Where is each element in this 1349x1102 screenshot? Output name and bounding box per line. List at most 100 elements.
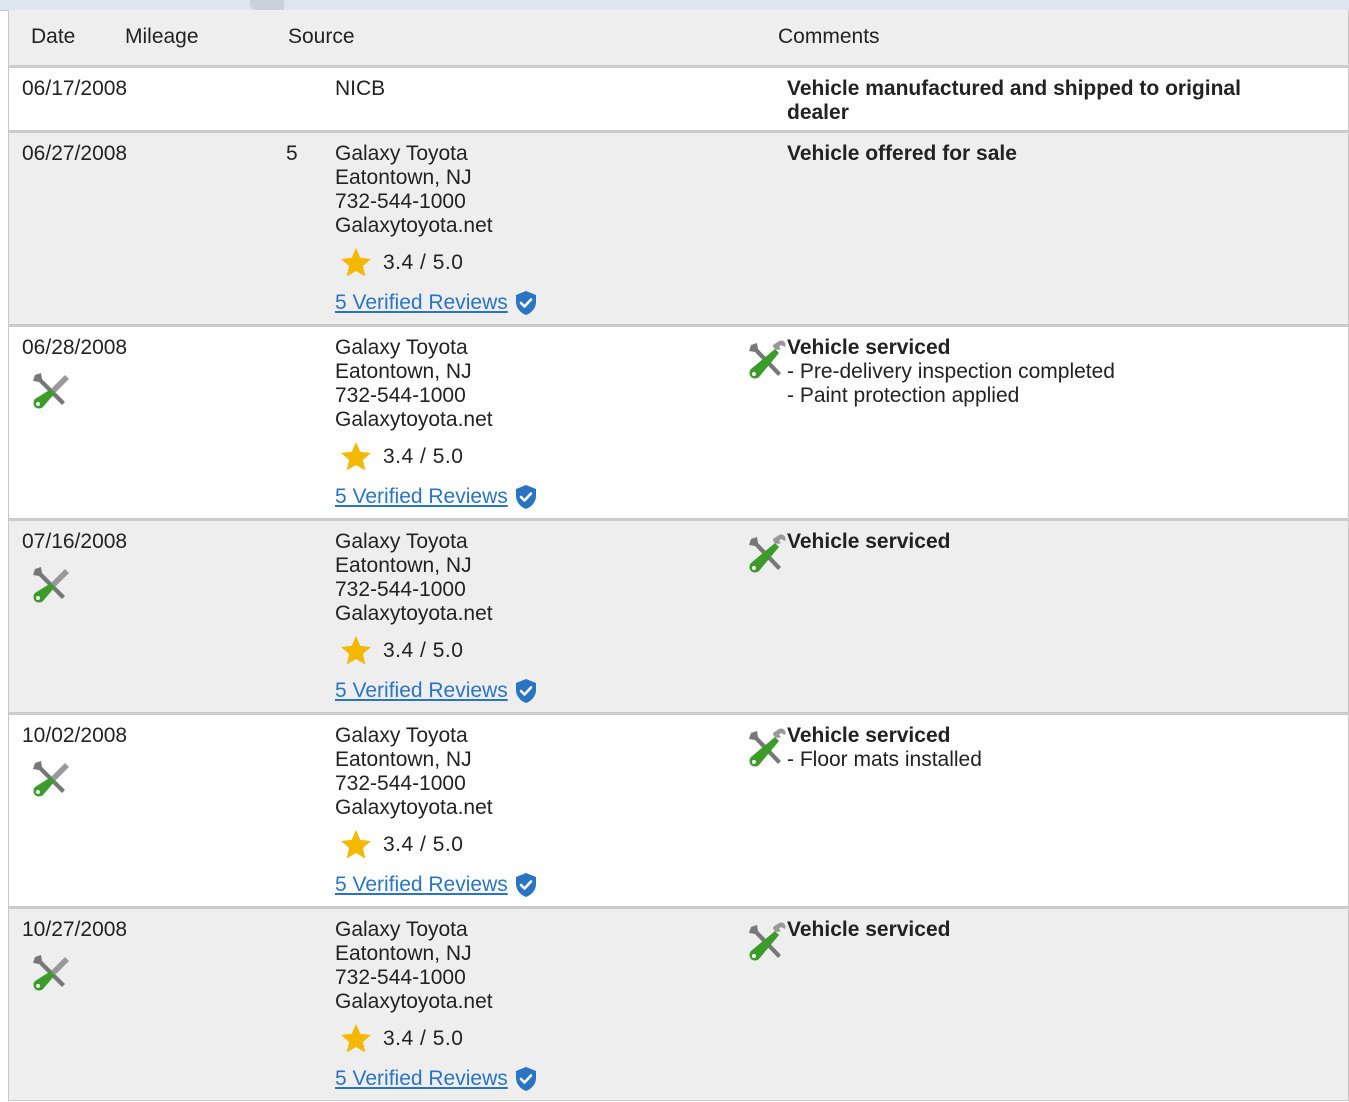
row-date: 06/17/2008 xyxy=(22,77,128,100)
source-name: Galaxy Toyota xyxy=(335,724,468,747)
column-header-mileage: Mileage xyxy=(125,25,199,48)
column-header-comments: Comments xyxy=(778,25,880,48)
comment-title: Vehicle serviced xyxy=(787,918,951,941)
table-row: 10/02/2008 Galaxy Toyota Eatontown, NJ 7… xyxy=(9,715,1348,909)
star-icon xyxy=(341,248,371,277)
row-date: 06/28/2008 xyxy=(22,336,128,359)
reviews-link-row: 5 Verified Reviews xyxy=(335,872,538,898)
row-comments: Vehicle serviced xyxy=(787,530,1307,554)
source-website: Galaxytoyota.net xyxy=(335,796,493,819)
source-name: Galaxy Toyota xyxy=(335,142,468,165)
row-comments: Vehicle serviced - Floor mats installed xyxy=(787,724,1307,772)
source-location: Eatontown, NJ xyxy=(335,166,472,189)
source-website: Galaxytoyota.net xyxy=(335,214,493,237)
row-comments: Vehicle offered for sale xyxy=(787,142,1307,166)
source-location: Eatontown, NJ xyxy=(335,748,472,771)
source-phone: 732-544-1000 xyxy=(335,966,466,989)
wrench-screwdriver-icon xyxy=(33,955,69,991)
source-phone: 732-544-1000 xyxy=(335,190,466,213)
star-icon xyxy=(341,442,371,471)
row-comments: Vehicle serviced xyxy=(787,918,1307,942)
comment-title: Vehicle serviced xyxy=(787,530,951,553)
reviews-link-row: 5 Verified Reviews xyxy=(335,290,538,316)
star-icon xyxy=(341,830,371,859)
reviews-link-row: 5 Verified Reviews xyxy=(335,678,538,704)
star-icon xyxy=(341,636,371,665)
source-location: Eatontown, NJ xyxy=(335,942,472,965)
wrench-screwdriver-icon xyxy=(33,761,69,797)
dealer-rating: 3.4 / 5.0 xyxy=(335,248,538,278)
table-row: 10/27/2008 Galaxy Toyota Eatontown, NJ 7… xyxy=(9,909,1348,1101)
row-source: Galaxy Toyota Eatontown, NJ 732-544-1000… xyxy=(335,336,538,510)
source-phone: 732-544-1000 xyxy=(335,578,466,601)
table-row: 06/27/2008 5 Galaxy Toyota Eatontown, NJ… xyxy=(9,133,1348,327)
source-name: NICB xyxy=(335,77,386,100)
comment-detail: - Floor mats installed xyxy=(787,748,982,771)
dealer-rating: 3.4 / 5.0 xyxy=(335,442,538,472)
row-source: Galaxy Toyota Eatontown, NJ 732-544-1000… xyxy=(335,724,538,898)
comment-detail: - Paint protection applied xyxy=(787,384,1020,407)
dealer-rating: 3.4 / 5.0 xyxy=(335,1024,538,1054)
row-date: 10/27/2008 xyxy=(22,918,128,941)
comment-title: Vehicle serviced xyxy=(787,336,951,359)
wrench-screwdriver-icon xyxy=(749,340,786,379)
wrench-screwdriver-icon xyxy=(33,567,69,603)
verified-reviews-link[interactable]: 5 Verified Reviews xyxy=(335,679,508,703)
shield-check-icon xyxy=(515,873,536,897)
wrench-screwdriver-icon xyxy=(749,728,786,767)
star-icon xyxy=(341,1024,371,1053)
shield-check-icon xyxy=(515,485,536,509)
source-website: Galaxytoyota.net xyxy=(335,602,493,625)
row-mileage: 5 xyxy=(286,142,298,165)
source-website: Galaxytoyota.net xyxy=(335,990,493,1013)
source-website: Galaxytoyota.net xyxy=(335,408,493,431)
row-comments: Vehicle serviced - Pre-delivery inspecti… xyxy=(787,336,1307,408)
source-name: Galaxy Toyota xyxy=(335,918,468,941)
row-source: Galaxy Toyota Eatontown, NJ 732-544-1000… xyxy=(335,142,538,316)
comment-title: Vehicle offered for sale xyxy=(787,142,1017,165)
rating-score: 3.4 / 5.0 xyxy=(383,445,464,468)
reviews-link-row: 5 Verified Reviews xyxy=(335,1066,538,1092)
rating-score: 3.4 / 5.0 xyxy=(383,639,464,662)
rating-score: 3.4 / 5.0 xyxy=(383,1027,464,1050)
rating-score: 3.4 / 5.0 xyxy=(383,251,464,274)
dealer-rating: 3.4 / 5.0 xyxy=(335,830,538,860)
row-date: 10/02/2008 xyxy=(22,724,128,747)
table-row: 06/28/2008 Galaxy Toyota Eatontown, NJ 7… xyxy=(9,327,1348,521)
shield-check-icon xyxy=(515,679,536,703)
toolbar-tab[interactable] xyxy=(250,0,284,10)
comment-title: Vehicle manufactured and shipped to orig… xyxy=(787,77,1241,124)
wrench-screwdriver-icon xyxy=(749,922,786,961)
row-source: Galaxy Toyota Eatontown, NJ 732-544-1000… xyxy=(335,918,538,1092)
verified-reviews-link[interactable]: 5 Verified Reviews xyxy=(335,873,508,897)
vehicle-history-table: Date Mileage Source Comments 06/17/2008 … xyxy=(8,10,1349,1101)
shield-check-icon xyxy=(515,1067,536,1091)
source-location: Eatontown, NJ xyxy=(335,554,472,577)
column-header-date: Date xyxy=(31,25,76,48)
source-phone: 732-544-1000 xyxy=(335,384,466,407)
table-header: Date Mileage Source Comments xyxy=(9,10,1348,68)
row-comments: Vehicle manufactured and shipped to orig… xyxy=(787,77,1307,125)
row-date: 07/16/2008 xyxy=(22,530,128,553)
row-source: Galaxy Toyota Eatontown, NJ 732-544-1000… xyxy=(335,530,538,704)
row-date: 06/27/2008 xyxy=(22,142,128,165)
dealer-rating: 3.4 / 5.0 xyxy=(335,636,538,666)
comment-title: Vehicle serviced xyxy=(787,724,951,747)
row-source: NICB xyxy=(335,77,385,101)
table-row: 07/16/2008 Galaxy Toyota Eatontown, NJ 7… xyxy=(9,521,1348,715)
wrench-screwdriver-icon xyxy=(749,534,786,573)
verified-reviews-link[interactable]: 5 Verified Reviews xyxy=(335,485,508,509)
wrench-screwdriver-icon xyxy=(33,373,69,409)
rating-score: 3.4 / 5.0 xyxy=(383,833,464,856)
source-name: Galaxy Toyota xyxy=(335,530,468,553)
reviews-link-row: 5 Verified Reviews xyxy=(335,484,538,510)
source-phone: 732-544-1000 xyxy=(335,772,466,795)
shield-check-icon xyxy=(515,291,536,315)
verified-reviews-link[interactable]: 5 Verified Reviews xyxy=(335,291,508,315)
table-row: 06/17/2008 NICB Vehicle manufactured and… xyxy=(9,68,1348,133)
source-name: Galaxy Toyota xyxy=(335,336,468,359)
source-location: Eatontown, NJ xyxy=(335,360,472,383)
column-header-source: Source xyxy=(288,25,355,48)
comment-detail: - Pre-delivery inspection completed xyxy=(787,360,1115,383)
verified-reviews-link[interactable]: 5 Verified Reviews xyxy=(335,1067,508,1091)
